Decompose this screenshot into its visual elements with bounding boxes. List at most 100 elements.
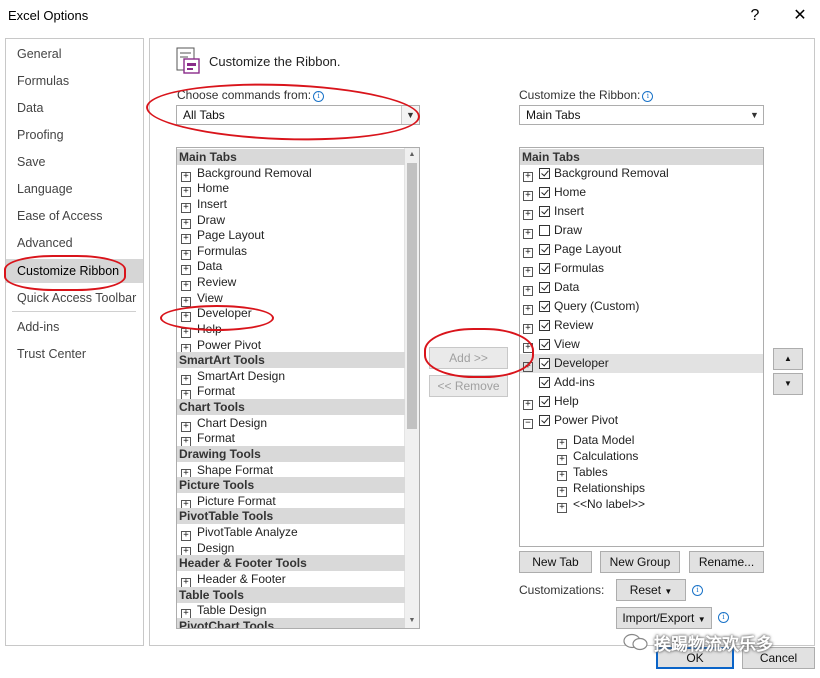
tab-checkbox[interactable] xyxy=(539,396,550,407)
command-list-item[interactable]: + Design xyxy=(177,540,409,557)
nav-item-trust-center[interactable]: Trust Center xyxy=(6,342,143,366)
command-list-item[interactable]: + Data xyxy=(177,258,409,276)
ribbon-group-item[interactable]: + Relationships xyxy=(520,480,645,497)
ribbon-tab-item[interactable]: + Developer xyxy=(520,354,763,373)
command-list-item[interactable]: + Format xyxy=(177,430,409,448)
expand-icon[interactable]: + xyxy=(523,343,533,353)
command-list-item[interactable]: + Formulas xyxy=(177,243,409,260)
expand-icon[interactable]: + xyxy=(523,324,533,334)
nav-item-add-ins[interactable]: Add-ins xyxy=(6,315,143,339)
command-list-item[interactable]: + Background Removal xyxy=(177,165,409,182)
expand-icon[interactable]: + xyxy=(523,172,533,182)
command-list-item[interactable]: + Header & Footer xyxy=(177,571,409,588)
customize-ribbon-combo[interactable]: Main Tabs ▼ xyxy=(519,105,764,125)
nav-item-advanced[interactable]: Advanced xyxy=(6,231,143,255)
expand-icon[interactable]: + xyxy=(557,503,567,513)
expand-icon[interactable]: + xyxy=(523,191,533,201)
expand-icon[interactable]: + xyxy=(523,305,533,315)
reset-button[interactable]: Reset ▼ xyxy=(616,579,686,601)
ribbon-tab-item[interactable]: + Draw xyxy=(520,221,763,240)
tab-checkbox[interactable] xyxy=(539,415,550,426)
command-list-item[interactable]: + SmartArt Design xyxy=(177,368,409,385)
expand-icon[interactable]: + xyxy=(523,267,533,277)
nav-item-general[interactable]: General xyxy=(6,42,143,66)
tab-checkbox[interactable] xyxy=(539,225,550,236)
nav-item-proofing[interactable]: Proofing xyxy=(6,123,143,147)
scroll-up-icon[interactable]: ▲ xyxy=(405,148,419,162)
command-list-item[interactable]: + View xyxy=(177,290,409,307)
rename-button[interactable]: Rename... xyxy=(689,551,764,573)
ribbon-tab-item[interactable]: + Insert xyxy=(520,202,763,221)
ribbon-group-item[interactable]: + <<No label>> xyxy=(520,496,645,513)
move-down-button[interactable]: ▼ xyxy=(773,373,803,395)
command-list-item[interactable]: + Shape Format xyxy=(177,462,409,479)
ribbon-group-item[interactable]: + Tables xyxy=(520,464,608,481)
nav-item-data[interactable]: Data xyxy=(6,96,143,120)
command-list-item[interactable]: + Insert xyxy=(177,196,409,213)
expand-icon[interactable]: + xyxy=(523,248,533,258)
ribbon-group-item[interactable]: + Data Model xyxy=(520,432,634,449)
tab-checkbox[interactable] xyxy=(539,339,550,350)
nav-item-customize-ribbon[interactable]: Customize Ribbon xyxy=(6,259,143,283)
ribbon-tab-item[interactable]: + Help xyxy=(520,392,763,411)
command-list-item[interactable]: + Chart Design xyxy=(177,415,409,432)
tab-checkbox[interactable] xyxy=(539,358,550,369)
ribbon-tab-item[interactable]: + Query (Custom) xyxy=(520,297,763,316)
tab-checkbox[interactable] xyxy=(539,377,550,388)
expand-icon[interactable]: + xyxy=(523,229,533,239)
command-list-item[interactable]: + PivotTable Analyze xyxy=(177,524,409,542)
info-icon[interactable]: i xyxy=(313,91,325,102)
ribbon-tab-item[interactable]: + Background Removal xyxy=(520,164,763,183)
import-export-button[interactable]: Import/Export ▼ xyxy=(616,607,712,629)
ribbon-tab-item[interactable]: + Home xyxy=(520,183,763,202)
ribbon-tabs-tree[interactable]: Main Tabs + Background Removal + Home + Inser… xyxy=(519,147,764,547)
command-list-item[interactable]: + Page Layout xyxy=(177,227,409,245)
ribbon-tab-item[interactable]: + Formulas xyxy=(520,259,763,278)
command-list-item[interactable]: + Power Pivot xyxy=(177,337,409,354)
ribbon-tab-item[interactable]: + Review xyxy=(520,316,763,335)
command-list-item[interactable]: + Developer xyxy=(177,305,409,323)
ribbon-tab-item[interactable]: Add-ins xyxy=(520,373,763,392)
expand-icon[interactable]: + xyxy=(523,210,533,220)
nav-item-formulas[interactable]: Formulas xyxy=(6,69,143,93)
info-icon[interactable]: i xyxy=(692,585,703,596)
tab-checkbox[interactable] xyxy=(539,187,550,198)
ribbon-tab-item[interactable]: − Power Pivot xyxy=(520,411,763,430)
nav-item-quick-access-toolbar[interactable]: Quick Access Toolbar xyxy=(6,286,143,310)
close-icon[interactable]: ✕ xyxy=(785,4,815,28)
ribbon-group-item[interactable]: + Calculations xyxy=(520,448,638,465)
info-icon[interactable]: i xyxy=(718,612,729,623)
expand-icon[interactable]: + xyxy=(523,286,533,296)
nav-item-save[interactable]: Save xyxy=(6,150,143,174)
tab-checkbox[interactable] xyxy=(539,320,550,331)
tab-checkbox[interactable] xyxy=(539,244,550,255)
nav-item-language[interactable]: Language xyxy=(6,177,143,201)
command-list-item[interactable]: + Home xyxy=(177,180,409,198)
tab-checkbox[interactable] xyxy=(539,282,550,293)
commands-list[interactable]: ▲ ▼ Main Tabs + Background Removal + Home + In… xyxy=(176,147,420,629)
tab-checkbox[interactable] xyxy=(539,263,550,274)
command-list-item[interactable]: + Draw xyxy=(177,212,409,229)
new-tab-button[interactable]: New Tab xyxy=(519,551,592,573)
help-button[interactable]: ? xyxy=(740,4,770,28)
info-icon[interactable]: i xyxy=(642,91,654,102)
command-list-item[interactable]: + Picture Format xyxy=(177,493,409,510)
move-up-button[interactable]: ▲ xyxy=(773,348,803,370)
new-group-button[interactable]: New Group xyxy=(600,551,680,573)
nav-item-ease-of-access[interactable]: Ease of Access xyxy=(6,204,143,228)
command-list-item[interactable]: + Format xyxy=(177,383,409,401)
expand-icon[interactable]: + xyxy=(523,400,533,410)
command-list-item[interactable]: + Help xyxy=(177,321,409,338)
tab-checkbox[interactable] xyxy=(539,301,550,312)
choose-commands-combo[interactable]: All Tabs ▼ xyxy=(176,105,420,125)
command-list-item[interactable]: + Table Design xyxy=(177,602,409,620)
remove-button[interactable]: << Remove xyxy=(429,375,508,397)
ribbon-tab-item[interactable]: + Data xyxy=(520,278,763,297)
ribbon-tab-item[interactable]: + Page Layout xyxy=(520,240,763,259)
add-button[interactable]: Add >> xyxy=(429,347,508,369)
collapse-icon[interactable]: − xyxy=(523,419,533,429)
command-list-item[interactable]: + Review xyxy=(177,274,409,292)
ribbon-tab-item[interactable]: + View xyxy=(520,335,763,354)
tab-checkbox[interactable] xyxy=(539,206,550,217)
expand-icon[interactable]: + xyxy=(523,362,533,372)
